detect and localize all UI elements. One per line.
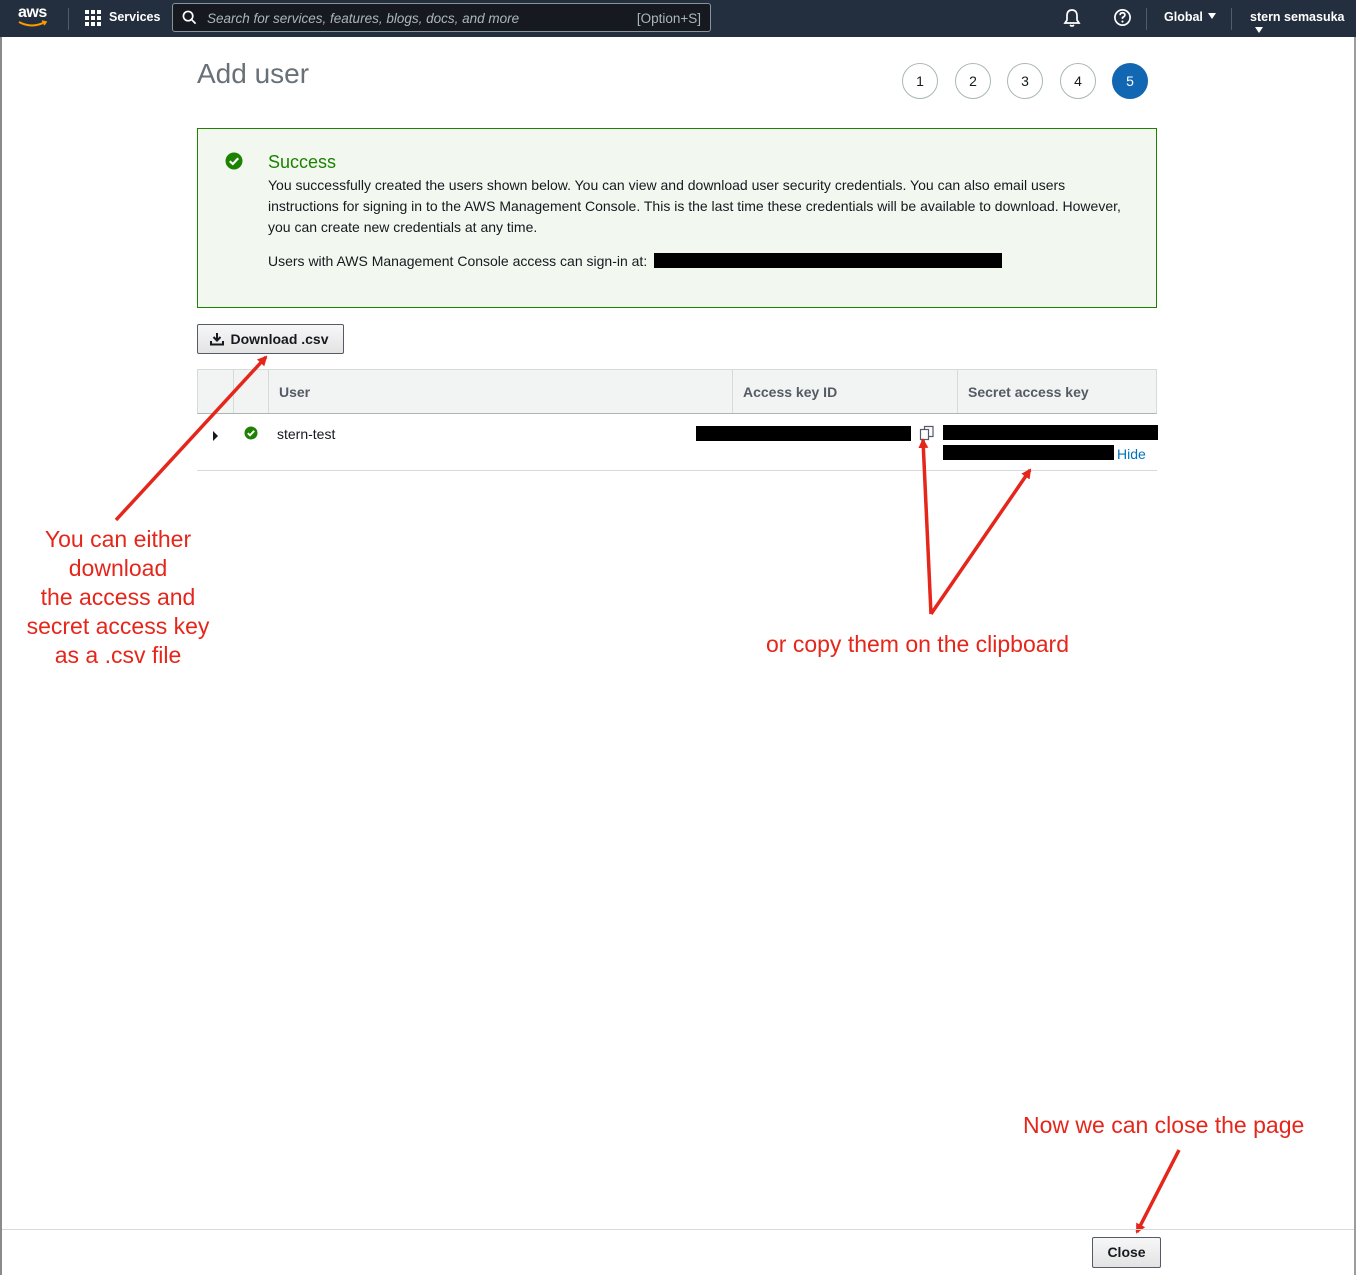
success-check-icon: [244, 426, 258, 440]
close-button[interactable]: Close: [1092, 1237, 1161, 1268]
services-grid-icon[interactable]: [85, 10, 101, 26]
users-credentials-table: User Access key ID Secret access key ste…: [197, 369, 1158, 471]
download-csv-button[interactable]: Download .csv: [197, 324, 344, 354]
hide-secret-link[interactable]: Hide: [1117, 446, 1146, 462]
signin-url-line: Users with AWS Management Console access…: [268, 253, 1003, 269]
status-column-header: [234, 370, 269, 413]
alert-message: You successfully created the users shown…: [268, 177, 1121, 235]
expand-column-header: [198, 370, 234, 413]
caret-down-icon: [1207, 13, 1216, 19]
help-icon[interactable]: [1113, 8, 1132, 27]
step-3[interactable]: 3: [1007, 63, 1043, 99]
notifications-bell-icon[interactable]: [1063, 8, 1081, 28]
account-menu[interactable]: stern semasuka: [1250, 10, 1356, 38]
nav-divider: [68, 8, 69, 30]
table-header: User Access key ID Secret access key: [197, 369, 1157, 414]
step-1[interactable]: 1: [902, 63, 938, 99]
region-label: Global: [1164, 10, 1203, 24]
step-2[interactable]: 2: [955, 63, 991, 99]
column-header-user[interactable]: User: [269, 370, 733, 413]
download-csv-label: Download .csv: [230, 331, 329, 347]
annotation-line: as a .csv file: [54, 642, 182, 668]
search-shortcut: [Option+S]: [636, 11, 701, 26]
arrow-to-secret-key: [929, 468, 1032, 615]
redacted-signin-url: [654, 253, 1003, 268]
step-5-active[interactable]: 5: [1112, 63, 1148, 99]
column-header-secret-access-key[interactable]: Secret access key: [958, 370, 1156, 413]
table-row: stern-test Hide: [197, 414, 1158, 471]
services-menu[interactable]: Services: [109, 10, 160, 24]
redacted-secret-access-key: [943, 425, 1158, 440]
caret-down-icon: [1255, 27, 1263, 33]
success-check-icon: [225, 152, 243, 170]
search-input[interactable]: Search for services, features, blogs, do…: [172, 3, 711, 32]
page-title: Add user: [197, 58, 310, 89]
annotation-line: You can either: [44, 526, 192, 552]
region-selector[interactable]: Global: [1164, 10, 1216, 24]
redacted-access-key-id: [696, 426, 911, 441]
signin-label: Users with AWS Management Console access…: [268, 253, 648, 269]
aws-smile-icon: [18, 20, 48, 27]
column-header-access-key-id[interactable]: Access key ID: [733, 370, 958, 413]
success-alert: Success You successfully created the use…: [197, 128, 1157, 308]
annotation-download: You can either download the access and s…: [8, 525, 228, 670]
search-placeholder: Search for services, features, blogs, do…: [207, 11, 520, 26]
account-label: stern semasuka: [1250, 10, 1345, 24]
nav-divider: [1231, 8, 1232, 30]
copy-clipboard-icon[interactable]: [919, 425, 935, 441]
page-border-left: [0, 37, 2, 1275]
redacted-secret-access-key: [943, 445, 1114, 460]
top-navigation: aws Services Search for services, featur…: [0, 0, 1356, 37]
expand-row-icon[interactable]: [213, 431, 218, 441]
aws-logo[interactable]: aws: [18, 4, 52, 30]
annotation-clipboard: or copy them on the clipboard: [766, 631, 1070, 657]
annotation-line: the access and: [40, 584, 196, 610]
nav-divider: [1146, 8, 1147, 30]
arrow-to-close: [1135, 1149, 1181, 1234]
search-icon: [182, 10, 197, 25]
annotation-line: download: [68, 555, 168, 581]
step-4[interactable]: 4: [1060, 63, 1096, 99]
footer-divider: [2, 1229, 1354, 1230]
annotation-close: Now we can close the page: [1023, 1112, 1305, 1138]
download-icon: [210, 333, 224, 346]
alert-title: Success: [268, 152, 337, 172]
user-name-cell: stern-test: [277, 426, 336, 442]
annotation-line: secret access key: [26, 613, 210, 639]
